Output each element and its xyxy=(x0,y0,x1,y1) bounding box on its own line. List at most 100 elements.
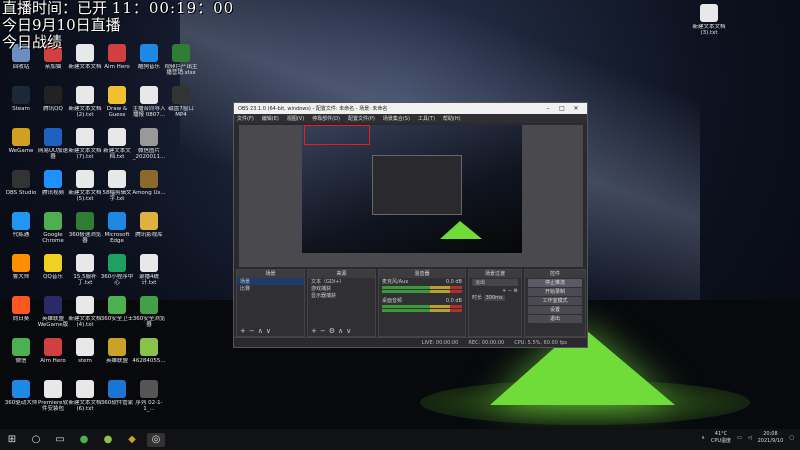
menu-item[interactable]: 工具(T) xyxy=(418,115,435,122)
desktop-icon-label: 新建文本文档(2).txt xyxy=(68,106,102,118)
desktop-icon[interactable]: 腾讯QQ xyxy=(36,86,70,112)
scene-controls[interactable]: +−∧∨ xyxy=(240,327,274,335)
duration-input[interactable]: 300ms xyxy=(483,295,505,301)
desktop-icon[interactable]: 新建文本文档(2).txt xyxy=(68,86,102,118)
source-item[interactable]: 文本（GDI+） xyxy=(308,278,375,285)
desktop-icon[interactable]: 360小程序中心 xyxy=(100,254,134,286)
desktop-icon[interactable]: 360安全浏览器 xyxy=(132,296,166,328)
menu-item[interactable]: 编辑(E) xyxy=(262,115,279,122)
league-taskbar-icon[interactable]: ◆ xyxy=(123,433,141,447)
desktop-icon[interactable]: 新建文本文档(7).txt xyxy=(68,128,102,160)
windows-start-icon[interactable]: ⊞ xyxy=(3,433,21,447)
desktop-icon[interactable]: 新建文本文档(3).txt xyxy=(692,4,726,36)
close-button[interactable]: ✕ xyxy=(569,105,583,112)
desktop-icon[interactable]: Aim Hero xyxy=(36,338,70,364)
search-icon[interactable]: ○ xyxy=(27,433,45,447)
desktop-icon-label: Steam xyxy=(12,106,30,112)
source-item[interactable]: 显示器捕获 xyxy=(308,292,375,299)
cpu-temp-label: CPU温度 xyxy=(710,438,732,444)
desktop-icon[interactable]: 15.5服补丁.txt xyxy=(68,254,102,286)
desktop-icon[interactable]: Steam xyxy=(4,86,38,112)
exit-button[interactable]: 退出 xyxy=(528,315,582,323)
app-taskbar-icon[interactable]: ● xyxy=(99,433,117,447)
desktop-icon[interactable]: 腾讯视频 xyxy=(36,170,70,196)
desktop-icon[interactable]: 新建文本文档(6).txt xyxy=(68,380,102,412)
stop-streaming-button[interactable]: 停止推流 xyxy=(528,279,582,287)
transition-controls[interactable]: + − ⚙ xyxy=(469,287,521,294)
desktop-icon-label: 酷狗音乐 xyxy=(137,64,160,70)
transition-select[interactable]: 淡出 xyxy=(472,279,518,286)
scene-item[interactable]: 场景 xyxy=(237,278,304,285)
desktop-icon-label: OBS Studio xyxy=(5,190,37,196)
mixer-slider[interactable] xyxy=(382,309,462,312)
mixer-slider[interactable] xyxy=(382,290,462,293)
obs-title: OBS 23.1.0 (64-bit, windows) - 配置文件: 未命名… xyxy=(238,106,388,112)
desktop-icon[interactable]: 鲁大师 xyxy=(4,254,38,280)
desktop-icon[interactable]: 58幅剪辑文字.txt xyxy=(100,170,134,202)
clock-time[interactable]: 20:08 xyxy=(763,431,777,437)
desktop-icon[interactable]: 新建文本文档(5).txt xyxy=(68,170,102,202)
desktop-icon[interactable]: 46284055... xyxy=(132,338,166,364)
desktop-icon[interactable]: Among Us... xyxy=(132,170,166,196)
desktop-icon[interactable]: 英雄联盟 xyxy=(100,338,134,364)
app-icon xyxy=(44,86,62,104)
volume-icon[interactable]: ◁ xyxy=(748,435,752,441)
desktop-icon[interactable]: stem xyxy=(68,338,102,364)
menu-item[interactable]: 停靠部件(D) xyxy=(312,115,340,122)
desktop-icon[interactable]: OBS Studio xyxy=(4,170,38,196)
obs-titlebar[interactable]: OBS 23.1.0 (64-bit, windows) - 配置文件: 未命名… xyxy=(234,103,587,114)
desktop-icon[interactable]: 360安全卫士 xyxy=(100,296,134,322)
source-item[interactable]: 游戏捕获 xyxy=(308,285,375,292)
settings-button[interactable]: 设置 xyxy=(528,306,582,314)
menu-item[interactable]: 文件(F) xyxy=(237,115,254,122)
desktop-icon[interactable]: 微信 xyxy=(4,338,38,364)
desktop-icon[interactable]: Microsoft Edge xyxy=(100,212,134,244)
desktop-icon-label: 腾讯视频 xyxy=(41,190,64,196)
desktop-icon[interactable]: 360极速浏览器 xyxy=(68,212,102,244)
desktop-icon-label: 新建文本文档.txt xyxy=(103,148,131,160)
desktop-icon[interactable]: 磁盘7窗口 MP4 xyxy=(164,86,198,118)
chrome-taskbar-icon[interactable]: ● xyxy=(75,433,93,447)
obs-taskbar-icon[interactable]: ◎ xyxy=(147,432,165,447)
source-controls[interactable]: +−⚙∧∨ xyxy=(311,327,354,335)
desktop-icon[interactable]: Google Chrome xyxy=(36,212,70,244)
start-recording-button[interactable]: 开始录制 xyxy=(528,288,582,296)
desktop-icon[interactable]: QQ音乐 xyxy=(36,254,70,280)
menu-item[interactable]: 配置文件(P) xyxy=(348,115,375,122)
obs-preview[interactable] xyxy=(239,125,583,267)
desktop-icon-label: Microsoft Edge xyxy=(104,232,130,244)
desktop-icon[interactable]: 代练通 xyxy=(4,212,38,238)
desktop-icon[interactable]: 录播4统计.txt xyxy=(132,254,166,286)
maximize-button[interactable]: □ xyxy=(555,105,569,112)
menu-item[interactable]: 视图(V) xyxy=(287,115,304,122)
menu-item[interactable]: 帮助(H) xyxy=(443,115,461,122)
studio-mode-button[interactable]: 工作室模式 xyxy=(528,297,582,305)
desktop-icon[interactable]: 360驱动大师 xyxy=(4,380,38,406)
desktop-icon[interactable]: 新建文本文档.txt xyxy=(100,128,134,160)
clock-date[interactable]: 2021/9/10 xyxy=(758,438,784,444)
network-icon[interactable]: ▭ xyxy=(737,435,742,441)
desktop-icon[interactable]: 腾讯影视库 xyxy=(132,212,166,238)
desktop-icon[interactable]: WeGame xyxy=(4,128,38,154)
obs-window[interactable]: OBS 23.1.0 (64-bit, windows) - 配置文件: 未命名… xyxy=(233,102,588,348)
notification-icon[interactable]: ▢ xyxy=(789,435,794,441)
selection-box[interactable] xyxy=(304,125,370,145)
desktop-icon[interactable]: 360软件管家 xyxy=(100,380,134,406)
task-view-icon[interactable]: ▭ xyxy=(51,433,69,447)
desktop-icon[interactable]: 主播合同导入 播报 0807... xyxy=(132,86,166,118)
scene-item[interactable]: 比赛 xyxy=(237,285,304,292)
desktop-icon[interactable]: Premiere软件安装包 xyxy=(36,380,70,412)
app-icon xyxy=(108,86,126,104)
tray-arrow-icon[interactable]: ∧ xyxy=(701,435,705,441)
desktop-icon[interactable]: 序列 02-1-1_... xyxy=(132,380,166,412)
menu-item[interactable]: 场景集合(S) xyxy=(383,115,410,122)
desktop-icon[interactable]: 微信图片_2020011... xyxy=(132,128,166,160)
desktop-icon[interactable]: 网易UU加速器 xyxy=(36,128,70,160)
desktop-icon-label: 新建文本文档(5).txt xyxy=(68,190,102,202)
desktop-icon[interactable]: 英雄联盟WeGame版 xyxy=(36,296,70,328)
desktop-icon[interactable]: 向日葵 xyxy=(4,296,38,322)
desktop-icon[interactable]: 新建文本文档(4).txt xyxy=(68,296,102,328)
desktop-icon[interactable]: Draw & Guess xyxy=(100,86,134,118)
minimize-button[interactable]: – xyxy=(541,105,555,112)
desktop-icon-label: 360软件管家 xyxy=(100,400,134,406)
